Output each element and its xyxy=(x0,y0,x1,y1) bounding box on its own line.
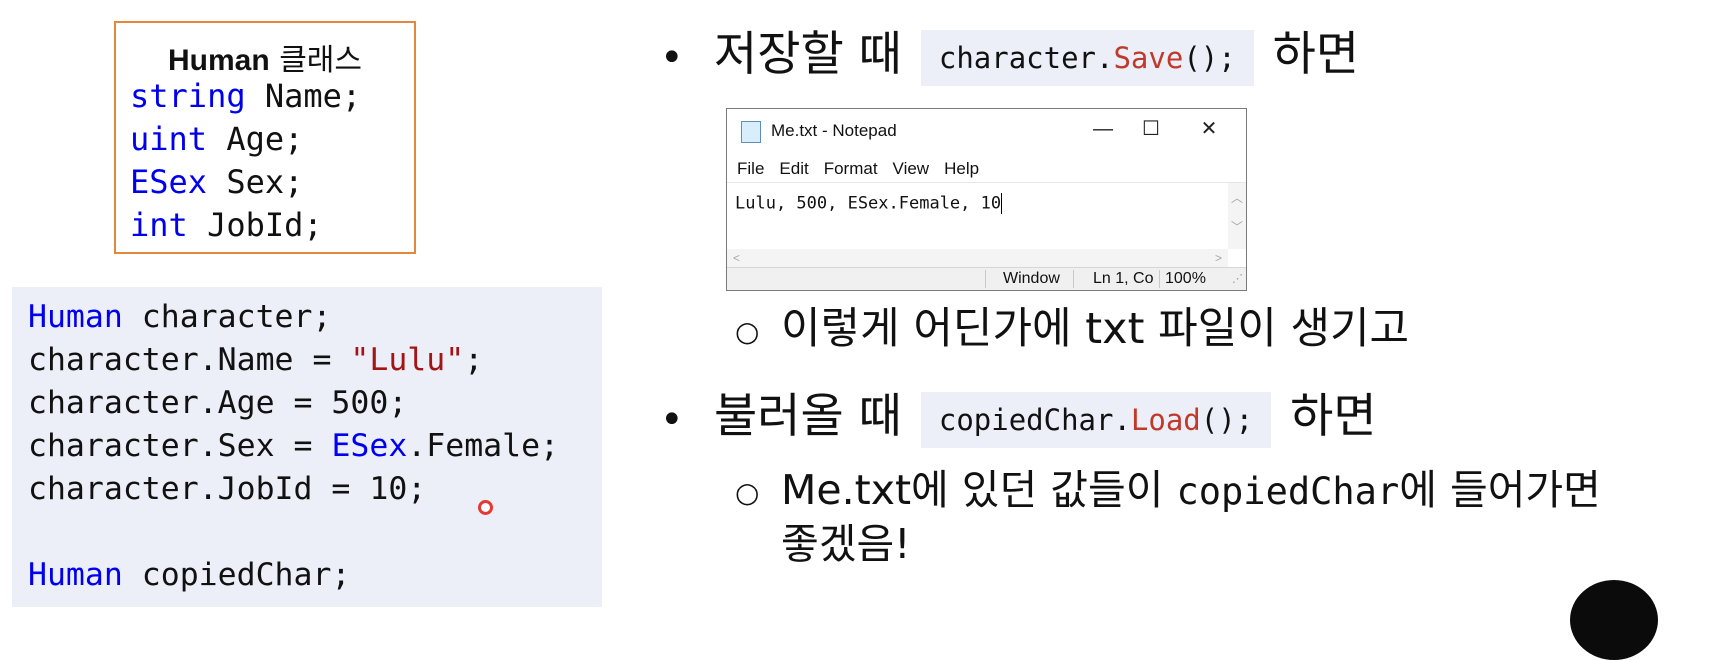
field-type: uint xyxy=(130,120,208,158)
notepad-text-area[interactable]: Lulu, 500, ESex.Female, 10 ︿ ﹀ < > xyxy=(727,182,1246,271)
code-string: "Lulu" xyxy=(350,342,465,378)
code-type: ESex xyxy=(331,428,408,464)
class-fields: string Name; uint Age; ESex Sex; int Job… xyxy=(130,75,361,247)
minimize-icon[interactable]: — xyxy=(1080,114,1126,144)
sub-bullet-text: 에 들어가면 xyxy=(1399,466,1601,514)
field-identifier: Sex; xyxy=(207,163,304,201)
text-caret xyxy=(1001,193,1003,214)
bullet-suffix: 하면 xyxy=(1290,389,1377,444)
code-text: ; xyxy=(464,342,484,378)
code-text: copiedChar; xyxy=(122,557,351,593)
class-box-title: Human 클래스 xyxy=(116,35,414,79)
code-text: (); xyxy=(1183,40,1236,75)
bullet-text: 불러올 때 xyxy=(714,389,902,444)
field-type: string xyxy=(130,77,246,115)
notepad-titlebar[interactable]: Me.txt - Notepad — ☐ ✕ xyxy=(727,109,1246,149)
code-line-2: character.Name = "Lulu"; xyxy=(28,342,483,378)
notepad-menubar: File Edit Format View Help xyxy=(737,159,994,179)
field-type: ESex xyxy=(130,163,208,201)
code-text: copiedChar. xyxy=(938,402,1131,437)
code-method: Load xyxy=(1130,402,1201,437)
inline-code-save: character.Save(); xyxy=(920,29,1254,86)
code-text: character.Name = xyxy=(28,342,351,378)
code-line-1: Human character; xyxy=(28,299,331,335)
notepad-content[interactable]: Lulu, 500, ESex.Female, 10 xyxy=(735,193,1003,214)
field-type: int xyxy=(130,206,188,244)
notepad-window[interactable]: Me.txt - Notepad — ☐ ✕ File Edit Format Vie… xyxy=(726,108,1247,291)
code-text: character. xyxy=(938,40,1114,75)
class-label: 클래스 xyxy=(269,43,363,78)
maximize-icon[interactable]: ☐ xyxy=(1128,114,1174,144)
code-block: Human character; character.Name = "Lulu"… xyxy=(12,287,602,607)
code-text: .Female; xyxy=(407,428,560,464)
bullet-suffix: 하면 xyxy=(1272,27,1360,82)
menu-file[interactable]: File xyxy=(737,159,764,178)
status-separator xyxy=(1073,270,1074,288)
code-text: character; xyxy=(122,299,332,335)
sub-bullet-file-created: ○ 이렇게 어딘가에 txt 파일이 생기고 xyxy=(735,302,1409,359)
mouse-pointer-indicator xyxy=(478,500,493,515)
status-position: Ln 1, Co xyxy=(1093,270,1154,287)
scroll-right-icon[interactable]: > xyxy=(1215,251,1222,265)
inline-code-load: copiedChar.Load(); xyxy=(920,391,1272,448)
bullet-dot-icon: • xyxy=(660,396,684,443)
sub-bullet-load-result: ○ Me.txt에 있던 값들이 copiedChar에 들어가면 xyxy=(735,463,1601,520)
bullet-save: • 저장할 때 character.Save(); 하면 xyxy=(660,26,1359,87)
code-method: Save xyxy=(1113,40,1184,75)
sub-bullet-text: Me.txt에 있던 값들이 xyxy=(781,466,1177,514)
field-age: uint Age; xyxy=(130,118,361,161)
sub-bullet-text: 이렇게 어딘가에 txt 파일이 생기고 xyxy=(781,304,1410,354)
presenter-avatar xyxy=(1570,580,1658,660)
field-identifier: Age; xyxy=(207,120,304,158)
field-jobid: int JobId; xyxy=(130,204,361,247)
status-separator xyxy=(985,270,986,288)
scroll-left-icon[interactable]: < xyxy=(733,251,740,265)
code-line-5: character.JobId = 10; xyxy=(28,471,427,507)
bullet-load: • 불러올 때 copiedChar.Load(); 하면 xyxy=(660,388,1377,449)
menu-help[interactable]: Help xyxy=(944,159,979,178)
code-text: (); xyxy=(1200,402,1254,437)
status-separator xyxy=(1159,270,1160,288)
scroll-up-icon[interactable]: ︿ xyxy=(1228,189,1246,206)
notepad-icon xyxy=(741,121,761,143)
field-identifier: Name; xyxy=(245,77,362,115)
scroll-down-icon[interactable]: ﹀ xyxy=(1228,218,1246,235)
sub-bullet-ring-icon: ○ xyxy=(735,475,760,509)
vertical-scrollbar[interactable]: ︿ ﹀ xyxy=(1228,183,1246,249)
field-identifier: JobId; xyxy=(187,206,323,244)
sub-bullet-ring-icon: ○ xyxy=(735,314,760,348)
menu-edit[interactable]: Edit xyxy=(779,159,808,178)
notepad-statusbar: Window Ln 1, Co 100% ⋰ xyxy=(727,267,1246,290)
bullet-text: 저장할 때 xyxy=(714,27,902,82)
code-line-7: Human copiedChar; xyxy=(28,557,350,593)
close-icon[interactable]: ✕ xyxy=(1186,114,1232,144)
horizontal-scrollbar[interactable]: < > xyxy=(727,249,1228,269)
status-window: Window xyxy=(1003,270,1060,287)
code-line-3: character.Age = 500; xyxy=(28,385,408,421)
code-type: Human xyxy=(28,299,123,335)
status-zoom: 100% xyxy=(1165,270,1206,287)
menu-format[interactable]: Format xyxy=(824,159,878,178)
code-type: Human xyxy=(28,557,123,593)
field-sex: ESex Sex; xyxy=(130,161,361,204)
class-name: Human xyxy=(167,44,270,77)
notepad-content-text: Lulu, 500, ESex.Female, 10 xyxy=(735,193,1002,214)
field-name: string Name; xyxy=(130,75,361,118)
notepad-title: Me.txt - Notepad xyxy=(771,121,897,140)
menu-view[interactable]: View xyxy=(893,159,930,178)
code-line-4: character.Sex = ESex.Female; xyxy=(28,428,559,464)
bullet-dot-icon: • xyxy=(660,34,684,81)
human-class-box: Human 클래스 string Name; uint Age; ESex Se… xyxy=(114,21,416,254)
sub-bullet-text-line2: 좋겠음! xyxy=(781,520,911,568)
resize-grip-icon[interactable]: ⋰ xyxy=(1232,272,1243,285)
code-text: character.Sex = xyxy=(28,428,332,464)
sub-bullet-code: copiedChar xyxy=(1176,470,1400,513)
